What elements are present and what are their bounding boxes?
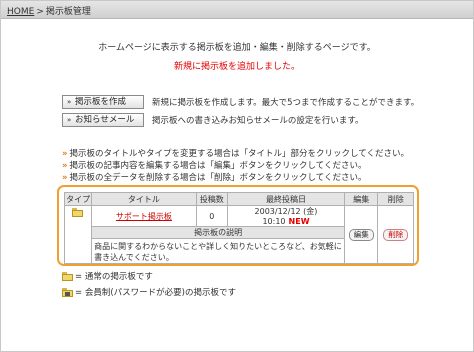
- type-cell: [63, 205, 93, 264]
- board-table: タイプ タイトル 投稿数 最終投稿日 編集 削除 サポート掲示板 0 2003/…: [63, 192, 414, 264]
- table-row: サポート掲示板 0 2003/12/12 (金) 10:10 NEW 編集 削除: [63, 205, 414, 264]
- notify-mail-label: お知らせメール: [75, 115, 135, 125]
- column-header-delete: 削除: [377, 192, 414, 206]
- note-text: 掲示板の全データを削除する場合は「削除」ボタンをクリックしてください。: [69, 173, 367, 183]
- double-arrow-icon: »: [67, 98, 72, 106]
- create-board-button[interactable]: » 掲示板を作成: [62, 95, 144, 109]
- description-header: 掲示板の説明: [91, 226, 345, 239]
- legend-normal: = 通常の掲示板です: [62, 270, 153, 282]
- double-arrow-icon: »: [67, 116, 72, 124]
- locked-folder-icon: [62, 288, 73, 297]
- column-header-edit: 編集: [343, 192, 379, 206]
- create-board-row: » 掲示板を作成 新規に掲示板を作成します。最大で5つまで作成することができます。: [62, 95, 419, 109]
- create-board-description: 新規に掲示板を作成します。最大で5つまで作成することができます。: [152, 98, 420, 108]
- board-list-panel: タイプ タイトル 投稿数 最終投稿日 編集 削除 サポート掲示板 0 2003/…: [57, 185, 419, 266]
- instruction-notes: » 掲示板のタイトルやタイプを変更する場合は「タイトル」部分をクリックしてください…: [62, 148, 409, 184]
- column-header-posts: 投稿数: [195, 192, 228, 206]
- legend-members-text: = 会員制(パスワードが必要)の掲示板です: [75, 288, 236, 298]
- double-arrow-icon: »: [62, 161, 68, 171]
- table-header-row: タイプ タイトル 投稿数 最終投稿日 編集 削除: [63, 192, 414, 206]
- board-title-link[interactable]: サポート掲示板: [116, 212, 172, 221]
- note-item: » 掲示板の全データを削除する場合は「削除」ボタンをクリックしてください。: [62, 172, 409, 184]
- double-arrow-icon: »: [62, 149, 68, 159]
- double-arrow-icon: »: [62, 173, 68, 183]
- title-cell: サポート掲示板: [91, 205, 197, 227]
- folder-icon: [71, 208, 83, 217]
- column-header-type: タイプ: [63, 192, 93, 206]
- page-title: 掲示板管理: [45, 7, 91, 17]
- note-text: 掲示板のタイトルやタイプを変更する場合は「タイトル」部分をクリックしてください。: [69, 149, 410, 159]
- notify-mail-row: » お知らせメール 掲示板への書き込みお知らせメールの設定を行います。: [62, 113, 363, 127]
- delete-button[interactable]: 削除: [383, 228, 409, 241]
- edit-button[interactable]: 編集: [348, 228, 374, 241]
- new-badge: NEW: [288, 217, 310, 226]
- notify-mail-description: 掲示板への書き込みお知らせメールの設定を行います。: [152, 116, 364, 126]
- breadcrumb: HOME > 掲示板管理: [7, 4, 91, 17]
- header-bar: HOME > 掲示板管理: [1, 1, 473, 19]
- note-text: 掲示板の記事内容を編集する場合は「編集」ボタンをクリックしてください。: [69, 161, 367, 171]
- intro-text: ホームページに表示する掲示板を追加・編集・削除するページです。: [98, 43, 376, 53]
- last-post-cell: 2003/12/12 (金) 10:10 NEW: [226, 205, 346, 227]
- breadcrumb-separator: >: [36, 7, 44, 17]
- note-item: » 掲示板のタイトルやタイプを変更する場合は「タイトル」部分をクリックしてください…: [62, 148, 409, 160]
- legend-normal-text: = 通常の掲示板です: [75, 272, 153, 282]
- legend-members: = 会員制(パスワードが必要)の掲示板です: [62, 286, 236, 298]
- column-header-title: タイトル: [91, 192, 197, 206]
- status-message: 新規に掲示板を追加しました。: [173, 62, 300, 72]
- delete-cell: 削除: [377, 205, 414, 264]
- create-board-label: 掲示板を作成: [75, 97, 127, 107]
- posts-cell: 0: [195, 205, 228, 227]
- note-item: » 掲示板の記事内容を編集する場合は「編集」ボタンをクリックしてください。: [62, 160, 409, 172]
- home-link[interactable]: HOME: [7, 7, 34, 17]
- column-header-last-post: 最終投稿日: [226, 192, 346, 206]
- notify-mail-button[interactable]: » お知らせメール: [62, 113, 144, 127]
- board-description: 商品に関するわからないことや詳しく知りたいところなど、お気軽に書き込んでください…: [91, 238, 345, 264]
- edit-cell: 編集: [343, 205, 379, 264]
- folder-icon: [62, 272, 73, 281]
